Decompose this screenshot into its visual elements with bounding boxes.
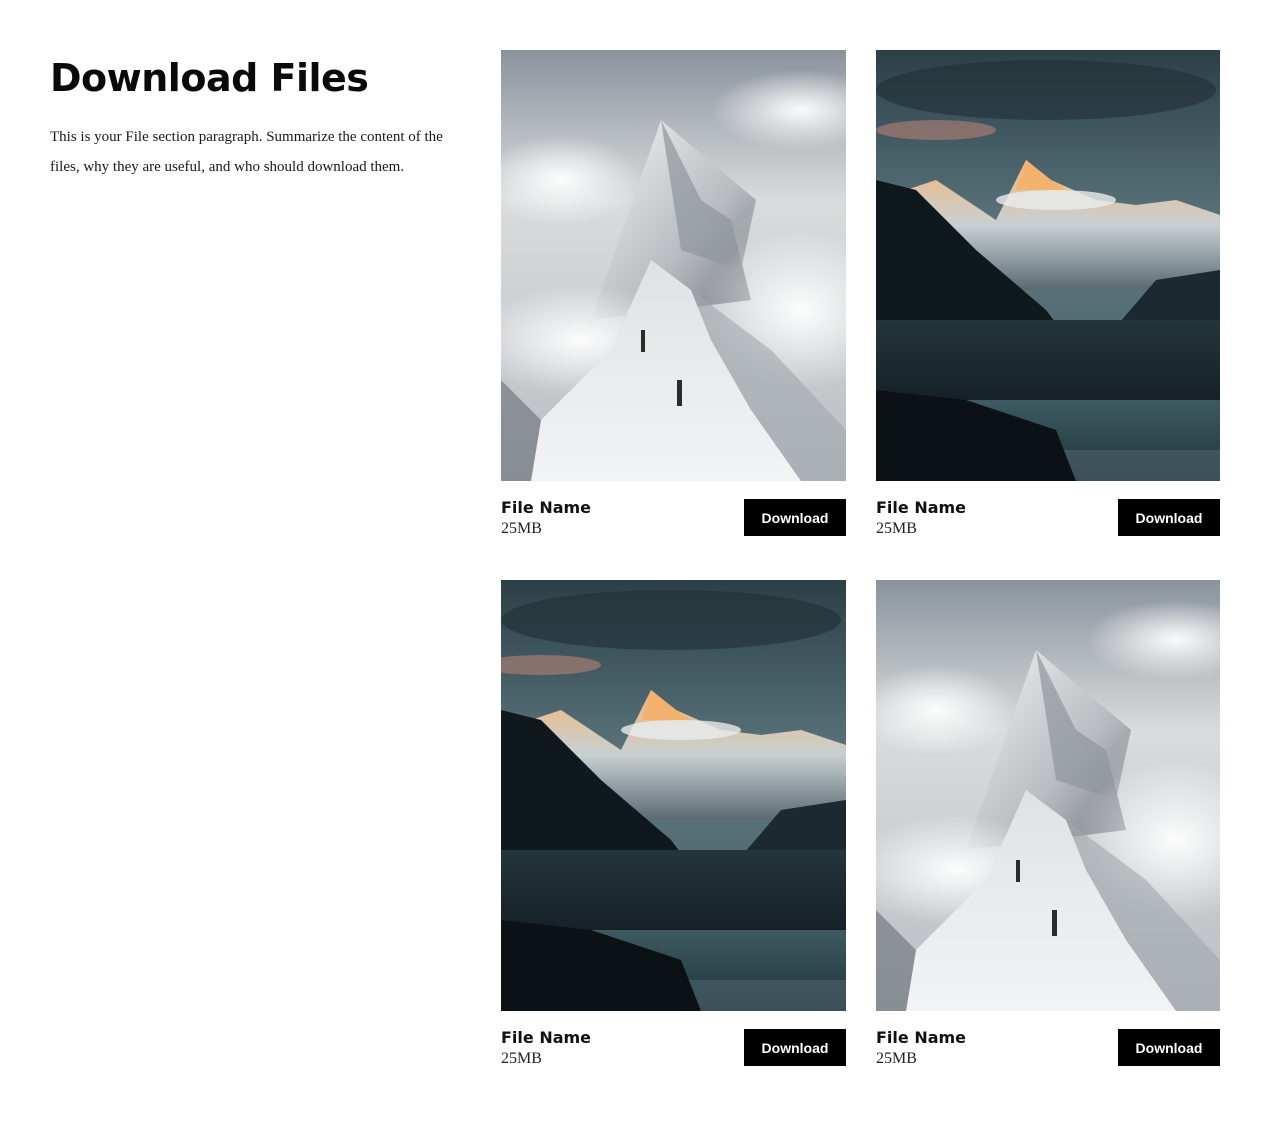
glacier-valley-image [876, 50, 1220, 481]
download-button[interactable]: Download [744, 499, 846, 536]
file-card-footer: File Name 25MB Download [876, 498, 1220, 538]
file-card: File Name 25MB Download [876, 580, 1220, 1068]
file-size: 25MB [876, 520, 917, 537]
download-button[interactable]: Download [1118, 1029, 1220, 1066]
file-size: 25MB [501, 520, 542, 537]
glacier-valley-image [501, 580, 846, 1011]
file-card: File Name 25MB Download [501, 50, 846, 538]
file-name: File Name [876, 1028, 967, 1047]
file-name: File Name [501, 498, 592, 517]
file-size: 25MB [876, 1050, 917, 1067]
file-name: File Name [501, 1028, 592, 1047]
file-thumbnail [501, 50, 846, 481]
file-grid: File Name 25MB Download File Name 25MB D… [501, 50, 1220, 1068]
file-thumbnail [501, 580, 846, 1011]
file-card: File Name 25MB Download [501, 580, 846, 1068]
file-card-footer: File Name 25MB Download [501, 1028, 846, 1068]
mountain-ridge-image [501, 50, 846, 481]
page-title: Download Files [50, 56, 369, 100]
file-card-footer: File Name 25MB Download [501, 498, 846, 538]
download-button[interactable]: Download [744, 1029, 846, 1066]
file-size: 25MB [501, 1050, 542, 1067]
download-button[interactable]: Download [1118, 499, 1220, 536]
intro-section: Download Files This is your File section… [50, 50, 475, 182]
file-card-footer: File Name 25MB Download [876, 1028, 1220, 1068]
intro-paragraph: This is your File section paragraph. Sum… [50, 129, 443, 175]
file-name: File Name [876, 498, 967, 517]
file-thumbnail [876, 580, 1220, 1011]
file-card: File Name 25MB Download [876, 50, 1220, 538]
mountain-ridge-image [876, 580, 1220, 1011]
file-thumbnail [876, 50, 1220, 481]
